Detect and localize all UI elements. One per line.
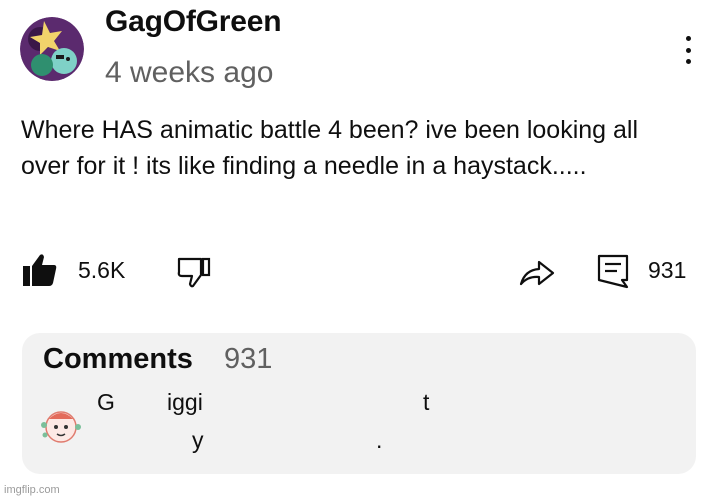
comments-title: Comments [43, 343, 193, 375]
author-avatar[interactable] [20, 17, 84, 81]
preview-text-fragment: t [423, 389, 430, 415]
post-timestamp: 4 weeks ago [105, 56, 274, 89]
like-count: 5.6K [78, 257, 126, 283]
comments-panel[interactable]: Comments 931 G iggi t y . [22, 333, 696, 474]
reply-count: 931 [648, 257, 687, 283]
preview-text-fragment: G [97, 389, 115, 415]
more-vert-icon[interactable] [676, 36, 700, 64]
author-name[interactable]: GagOfGreen [105, 5, 282, 39]
comment-icon[interactable] [596, 253, 630, 289]
preview-text-fragment: iggi [167, 389, 203, 415]
preview-text-fragment: . [376, 427, 383, 453]
comments-count: 931 [224, 343, 273, 375]
preview-text-fragment: y [192, 427, 204, 453]
share-icon[interactable] [517, 254, 557, 290]
comment-text: Where HAS animatic battle 4 been? ive be… [21, 116, 639, 180]
thumb-down-icon[interactable] [176, 253, 212, 289]
watermark: imgflip.com [4, 484, 60, 496]
commenter-avatar [39, 405, 83, 449]
thumb-up-icon[interactable] [22, 252, 58, 288]
